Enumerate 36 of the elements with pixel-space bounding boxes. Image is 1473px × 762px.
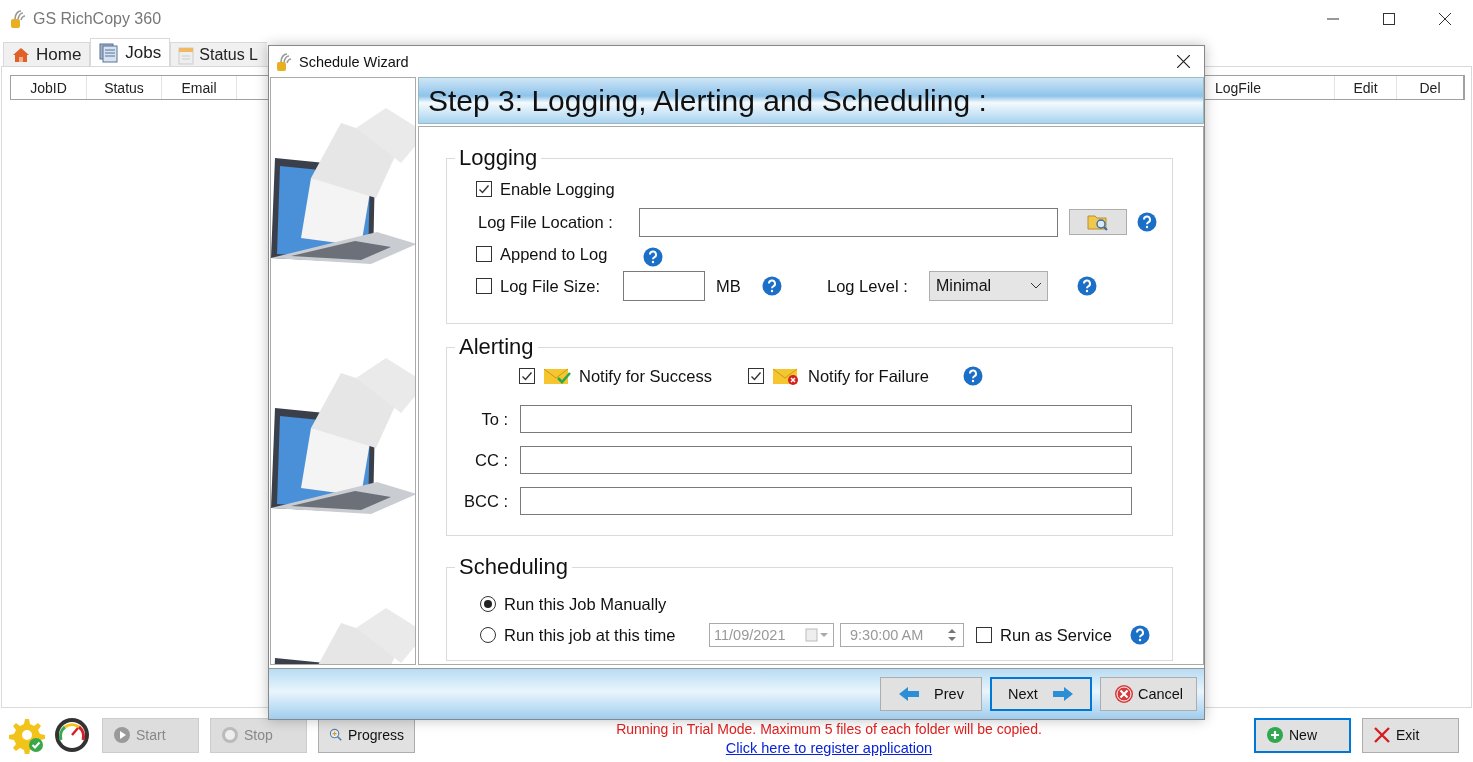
log-level-dropdown[interactable]: Minimal: [929, 271, 1048, 301]
field-label: Log Level :: [827, 276, 909, 296]
tab[interactable]: Home: [3, 42, 91, 66]
field-label: Log File Location :: [478, 212, 614, 232]
next-button[interactable]: Next: [990, 677, 1092, 711]
register-link[interactable]: Click here to register application: [725, 739, 933, 756]
checkbox-label: Enable Logging: [500, 179, 615, 199]
new-button[interactable]: New: [1254, 717, 1351, 753]
cancel-button[interactable]: Cancel: [1100, 677, 1197, 711]
group-heading: Logging: [458, 145, 539, 171]
column-header: Edit: [1335, 76, 1397, 99]
checkbox-label: Notify for Success: [579, 366, 712, 386]
exit-button[interactable]: Exit: [1362, 717, 1459, 753]
group-heading: Alerting: [458, 334, 535, 360]
field-label: BCC :: [463, 491, 508, 511]
tab[interactable]: Status L: [170, 42, 268, 66]
column-header: JobID: [11, 76, 87, 99]
column-header: Email: [162, 76, 237, 99]
trial-message: Running in Trial Mode. Maximum 5 files of each folder will be copied.: [616, 720, 1042, 737]
unit-label: MB: [716, 276, 742, 296]
field-label: CC :: [474, 450, 508, 470]
column-header: Del: [1418, 78, 1442, 98]
step-title: Step 3: Logging, Alerting and Scheduling :: [428, 83, 987, 118]
checkbox-label: Run as Service: [1000, 625, 1112, 645]
window-title: GS RichCopy 360: [33, 10, 163, 28]
field-label: To :: [480, 409, 508, 429]
checkbox-label: Log File Size:: [500, 276, 600, 296]
prev-button[interactable]: Prev: [880, 677, 982, 711]
checkbox-label: Notify for Failure: [807, 366, 929, 386]
column-header: Status: [87, 76, 162, 99]
checkbox-label: Append to Log: [500, 244, 608, 264]
dialog-title: Schedule Wizard: [299, 53, 410, 70]
tab[interactable]: Jobs: [90, 38, 171, 66]
radio-label: Run this Job Manually: [504, 594, 667, 614]
radio-label: Run this job at this time: [504, 625, 676, 645]
group-heading: Scheduling: [458, 554, 569, 580]
